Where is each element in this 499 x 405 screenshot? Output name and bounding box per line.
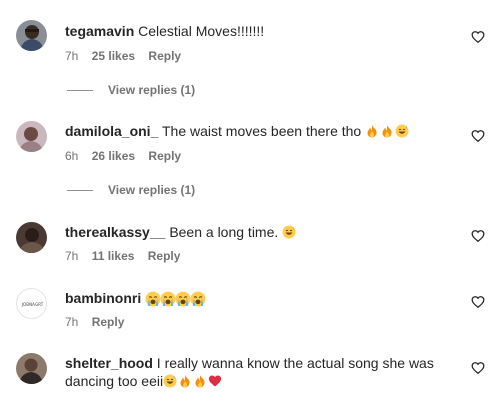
comment-text: tegamavin Celestial Moves!!!!!!! [65, 22, 459, 40]
comment-time[interactable]: 7h [65, 249, 78, 263]
comment-text: therealkassy__ Been a long time. [65, 223, 459, 241]
comment-meta: 7h Reply [65, 315, 134, 329]
loudly-crying-emoji [190, 291, 206, 307]
view-replies-button[interactable]: View replies (1) [67, 83, 195, 97]
divider [67, 89, 93, 91]
red-heart-emoji [208, 374, 222, 388]
avatar[interactable] [16, 353, 47, 384]
comment-body: Been a long time. [169, 224, 279, 240]
comment-text: shelter_hood I really wanna know the act… [65, 354, 459, 390]
avatar-logo-text: JOBNAGRT [21, 302, 44, 307]
comment-meta: 7h 25 likes Reply [65, 49, 191, 63]
comment-likes[interactable]: 26 likes [92, 149, 135, 163]
avatar[interactable] [16, 20, 47, 51]
reply-button[interactable]: Reply [148, 149, 181, 163]
heart-outline-icon[interactable] [471, 129, 485, 143]
loudly-crying-emoji [145, 291, 161, 307]
heart-outline-icon[interactable] [471, 229, 485, 243]
comment-likes[interactable]: 11 likes [92, 249, 135, 263]
grinning-sweat-emoji [282, 225, 296, 239]
view-replies-label: View replies (1) [108, 183, 196, 197]
comment-username[interactable]: therealkassy__ [65, 224, 165, 240]
grinning-sweat-emoji [163, 374, 177, 388]
comment-text: bambinonri [65, 289, 459, 307]
grinning-sweat-emoji [395, 124, 409, 138]
avatar[interactable]: JOBNAGRT [16, 288, 47, 319]
comment-body: The waist moves been there tho [162, 123, 362, 139]
comment-username[interactable]: damilola_oni_ [65, 123, 158, 139]
comment-meta: 7h 11 likes Reply [65, 249, 190, 263]
avatar[interactable] [16, 222, 47, 253]
view-replies-button[interactable]: View replies (1) [67, 183, 195, 197]
fire-emoji [365, 124, 379, 138]
comment-username[interactable]: tegamavin [65, 23, 134, 39]
comment-time[interactable]: 7h [65, 315, 78, 329]
reply-button[interactable]: Reply [148, 49, 181, 63]
heart-outline-icon[interactable] [471, 30, 485, 44]
view-replies-label: View replies (1) [108, 83, 196, 97]
loudly-crying-emoji [175, 291, 191, 307]
comment-meta: 6h 26 likes Reply [65, 149, 191, 163]
heart-outline-icon[interactable] [471, 295, 485, 309]
avatar[interactable] [16, 121, 47, 152]
fire-emoji [178, 374, 192, 388]
heart-outline-icon[interactable] [471, 361, 485, 375]
reply-button[interactable]: Reply [148, 249, 181, 263]
comment-time[interactable]: 7h [65, 49, 78, 63]
divider [67, 189, 93, 191]
comment-body: Celestial Moves!!!!!!! [138, 23, 265, 39]
loudly-crying-emoji [160, 291, 176, 307]
comment-time[interactable]: 6h [65, 149, 78, 163]
comment-username[interactable]: bambinonri [65, 290, 141, 306]
comment-text: damilola_oni_ The waist moves been there… [65, 122, 459, 140]
fire-emoji [193, 374, 207, 388]
fire-emoji [380, 124, 394, 138]
comment-username[interactable]: shelter_hood [65, 355, 153, 371]
reply-button[interactable]: Reply [92, 315, 125, 329]
comment-likes[interactable]: 25 likes [92, 49, 135, 63]
